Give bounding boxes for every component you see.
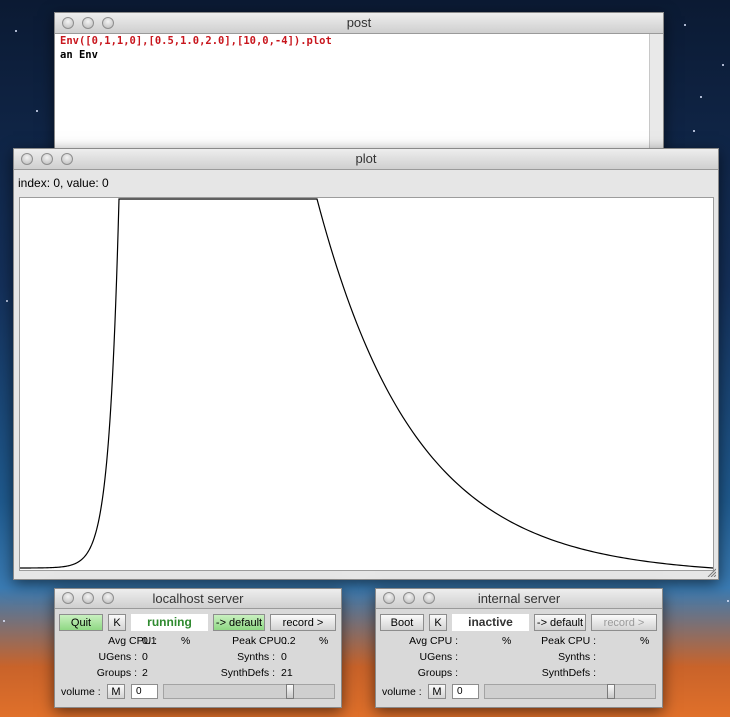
volume-field[interactable]: 0	[452, 684, 479, 699]
quit-button[interactable]: Quit	[59, 614, 103, 631]
index-value-readout: index: 0, value: 0	[18, 176, 109, 190]
record-button[interactable]: record >	[270, 614, 336, 631]
groups-label: Groups :	[417, 667, 458, 679]
post-line-code: Env([0,1,1,0],[0.5,1.0,2.0],[10,0,-4]).p…	[60, 35, 332, 47]
groups-label: Groups :	[96, 667, 137, 679]
internal-server-window: internal server Boot K inactive -> defau…	[375, 588, 663, 708]
default-button[interactable]: -> default	[534, 614, 586, 631]
plot-titlebar[interactable]: plot	[14, 149, 718, 170]
synths-value: 0	[281, 651, 287, 663]
peak-cpu-percent: %	[319, 635, 329, 647]
internal-server-title: internal server	[477, 591, 561, 606]
kill-button[interactable]: K	[429, 614, 447, 631]
volume-slider[interactable]	[484, 684, 656, 699]
envelope-chart	[20, 198, 714, 569]
peak-cpu-label: Peak CPU :	[232, 635, 287, 647]
localhost-server-titlebar[interactable]: localhost server	[55, 589, 341, 609]
ugens-value: 0	[142, 651, 148, 663]
avg-cpu-value: 0.1	[142, 635, 157, 647]
peak-cpu-percent: %	[640, 635, 650, 647]
peak-cpu-value: 0.2	[281, 635, 296, 647]
avg-cpu-percent: %	[502, 635, 512, 647]
localhost-server-window: localhost server Quit K running -> defau…	[54, 588, 342, 708]
plot-area[interactable]	[19, 197, 714, 571]
boot-button[interactable]: Boot	[380, 614, 424, 631]
volume-slider-thumb[interactable]	[285, 684, 294, 699]
volume-label: volume :	[382, 686, 422, 698]
ugens-label: UGens :	[98, 651, 137, 663]
volume-slider[interactable]	[163, 684, 335, 699]
record-button[interactable]: record >	[591, 614, 657, 631]
post-window: post Env([0,1,1,0],[0.5,1.0,2.0],[10,0,-…	[54, 12, 664, 159]
internal-server-titlebar[interactable]: internal server	[376, 589, 662, 609]
post-line-result: an Env	[60, 49, 98, 61]
post-text-area[interactable]: Env([0,1,1,0],[0.5,1.0,2.0],[10,0,-4]).p…	[55, 34, 649, 158]
default-button[interactable]: -> default	[213, 614, 265, 631]
resize-grip-icon[interactable]	[706, 567, 716, 577]
plot-window: plot index: 0, value: 0	[13, 148, 719, 580]
synthdefs-value: 21	[281, 667, 293, 679]
volume-slider-thumb[interactable]	[606, 684, 615, 699]
peak-cpu-label: Peak CPU :	[541, 635, 596, 647]
server-status: inactive	[452, 614, 529, 631]
synthdefs-label: SynthDefs :	[541, 667, 596, 679]
volume-label: volume :	[61, 686, 101, 698]
plot-title: plot	[355, 151, 377, 166]
localhost-server-title: localhost server	[152, 591, 244, 606]
ugens-label: UGens :	[419, 651, 458, 663]
synthdefs-label: SynthDefs :	[220, 667, 275, 679]
post-title: post	[346, 15, 372, 30]
avg-cpu-label: Avg CPU :	[409, 635, 458, 647]
kill-button[interactable]: K	[108, 614, 126, 631]
volume-field[interactable]: 0	[131, 684, 158, 699]
mute-button[interactable]: M	[428, 684, 446, 699]
synths-label: Synths :	[558, 651, 596, 663]
mute-button[interactable]: M	[107, 684, 125, 699]
post-scrollbar[interactable]	[649, 34, 663, 158]
avg-cpu-percent: %	[181, 635, 191, 647]
groups-value: 2	[142, 667, 148, 679]
post-titlebar[interactable]: post	[55, 13, 663, 34]
server-status: running	[131, 614, 208, 631]
envelope-curve	[20, 198, 714, 569]
synths-label: Synths :	[237, 651, 275, 663]
